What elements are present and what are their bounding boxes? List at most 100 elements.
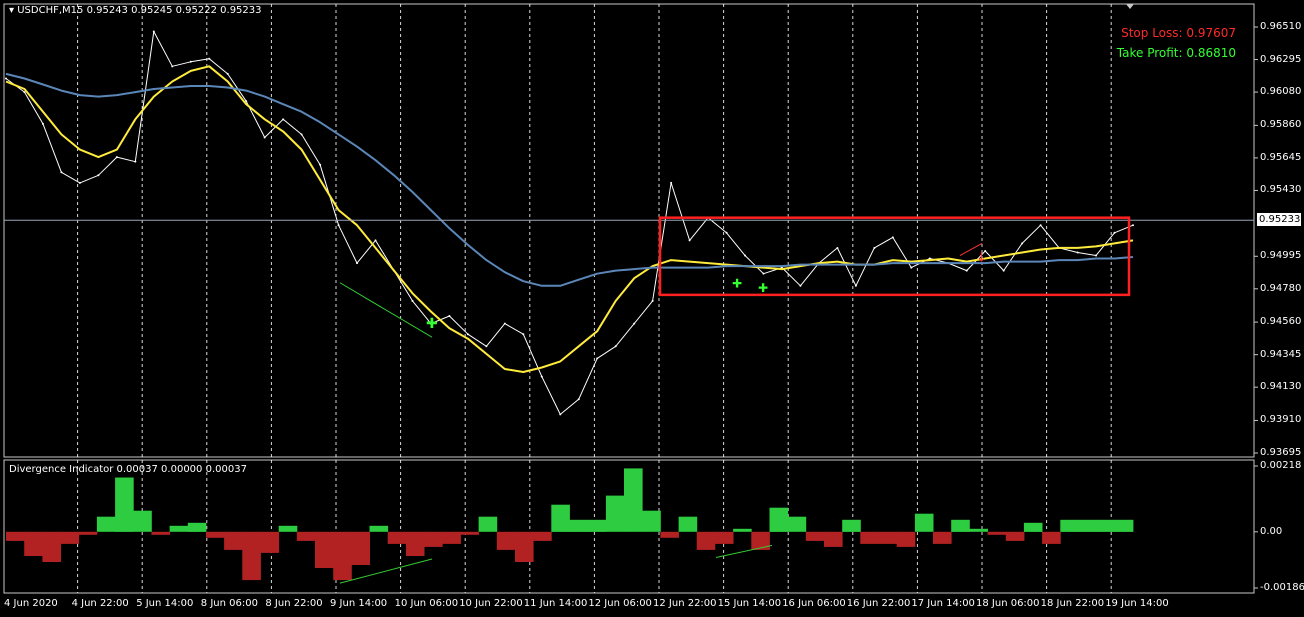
- price-point: [1113, 231, 1116, 234]
- price-tick-label: 0.94130: [1260, 381, 1302, 393]
- price-tick-label: 0.96295: [1260, 53, 1302, 65]
- price-tick-label: 0.96510: [1260, 21, 1302, 32]
- forex-chart[interactable]: ✚ ✚ ✚ ↓: [0, 0, 1304, 617]
- current-price-tag: 0.95233: [1257, 213, 1301, 226]
- symbol-caption: USDCHF,M15: [17, 5, 84, 16]
- stop-loss-label: Stop Loss: 0.97607: [1121, 26, 1236, 40]
- price-point: [965, 269, 968, 272]
- histogram-bar: [933, 531, 952, 544]
- histogram-bar: [1096, 519, 1116, 532]
- histogram-bar: [696, 531, 716, 550]
- price-tick-label: 0.94345: [1260, 348, 1302, 360]
- indicator-tick-label: 0.00218: [1260, 460, 1302, 471]
- price-point: [540, 375, 543, 378]
- price-point: [282, 118, 285, 121]
- histogram-bar: [624, 468, 643, 532]
- time-tick-label: 9 Jun 14:00: [330, 598, 388, 609]
- histogram-bar: [1078, 519, 1098, 532]
- time-tick-label: 12 Jun 22:00: [653, 598, 717, 609]
- time-tick-label: 8 Jun 06:00: [200, 598, 258, 609]
- histogram-bar: [96, 516, 116, 532]
- histogram-bar: [569, 519, 589, 532]
- buy-arrow-icon: ✚: [426, 316, 438, 332]
- histogram-bar: [878, 531, 898, 544]
- price-point: [1021, 242, 1024, 245]
- price-point: [651, 299, 654, 302]
- time-tick-label: 16 Jun 22:00: [846, 598, 911, 609]
- price-point: [300, 133, 303, 136]
- histogram-bar: [133, 510, 152, 532]
- histogram-bar: [1060, 519, 1079, 532]
- price-point: [115, 156, 118, 159]
- price-point: [189, 60, 192, 63]
- price-point: [319, 163, 322, 166]
- histogram-bar: [405, 531, 425, 556]
- symbol-header: ▾ USDCHF,M15 0.95243 0.95245 0.95222 0.9…: [9, 5, 262, 16]
- price-point: [577, 398, 580, 401]
- histogram-bar: [842, 519, 861, 532]
- time-tick-label: 19 Jun 14:00: [1105, 598, 1169, 609]
- histogram-bar: [1114, 519, 1134, 532]
- histogram-bar: [660, 531, 679, 538]
- price-tick-label: 0.94560: [1260, 316, 1302, 328]
- indicator-caption: Divergence Indicator 0.00037 0.00000 0.0…: [9, 464, 247, 475]
- ohlc-caption: 0.95243 0.95245 0.95222 0.95233: [86, 5, 262, 16]
- histogram-bar: [206, 531, 225, 538]
- time-tick-label: 4 Jun 22:00: [71, 598, 129, 609]
- take-profit-label: Take Profit: 0.86810: [1116, 46, 1236, 60]
- histogram-bar: [678, 516, 698, 532]
- price-tick-label: 0.94995: [1260, 250, 1302, 262]
- price-point: [60, 171, 63, 174]
- histogram-bar: [278, 525, 298, 532]
- histogram-bar: [187, 522, 207, 532]
- histogram-bar: [642, 510, 661, 532]
- price-point: [134, 160, 137, 163]
- time-tick-label: 18 Jun 22:00: [1040, 598, 1105, 609]
- histogram-bar: [587, 519, 607, 532]
- indicator-tick-label: -0.00186: [1260, 582, 1304, 593]
- histogram-bar: [860, 531, 879, 544]
- histogram-bar: [914, 513, 934, 532]
- buy-arrow-icon: ✚: [732, 276, 742, 290]
- histogram-bar: [824, 531, 843, 547]
- price-point: [688, 239, 691, 242]
- price-point: [1002, 269, 1005, 272]
- time-tick-label: 8 Jun 22:00: [265, 598, 323, 609]
- price-point: [725, 231, 728, 234]
- histogram-bar: [115, 477, 134, 532]
- price-point: [411, 299, 414, 302]
- price-point: [1095, 254, 1098, 257]
- sell-arrow-icon: ↓: [976, 251, 987, 266]
- buy-arrow-icon: ✚: [758, 281, 768, 295]
- histogram-bar: [296, 531, 316, 541]
- histogram-bar: [478, 516, 498, 532]
- price-point: [171, 65, 174, 68]
- dropdown-arrow-icon[interactable]: ▾: [9, 5, 14, 16]
- price-point: [78, 181, 81, 184]
- price-tick-label: 0.94780: [1260, 282, 1302, 294]
- price-point: [559, 413, 562, 416]
- histogram-bar: [969, 528, 988, 532]
- histogram-bar: [424, 531, 443, 547]
- histogram-bar: [551, 504, 570, 532]
- price-point: [41, 122, 44, 125]
- price-point: [522, 333, 525, 336]
- price-point: [448, 315, 451, 318]
- histogram-bar: [242, 531, 261, 581]
- price-point: [799, 284, 802, 287]
- price-point: [152, 30, 155, 33]
- histogram-bar: [151, 531, 170, 535]
- price-tick-label: 0.93910: [1260, 414, 1302, 426]
- price-point: [1132, 224, 1134, 227]
- price-point: [596, 357, 599, 360]
- price-tick-label: 0.95645: [1260, 151, 1302, 163]
- histogram-bar: [751, 531, 770, 550]
- series-line-ma_fast: [5, 65, 1134, 373]
- price-tick-label: 0.95430: [1260, 184, 1302, 196]
- time-tick-label: 16 Jun 06:00: [782, 598, 846, 609]
- time-tick-label: 10 Jun 06:00: [394, 598, 459, 609]
- price-point: [356, 262, 359, 265]
- price-point: [263, 136, 266, 139]
- scroll-marker-icon: [1126, 4, 1134, 9]
- indicator-tick-label: 0.00: [1260, 525, 1283, 537]
